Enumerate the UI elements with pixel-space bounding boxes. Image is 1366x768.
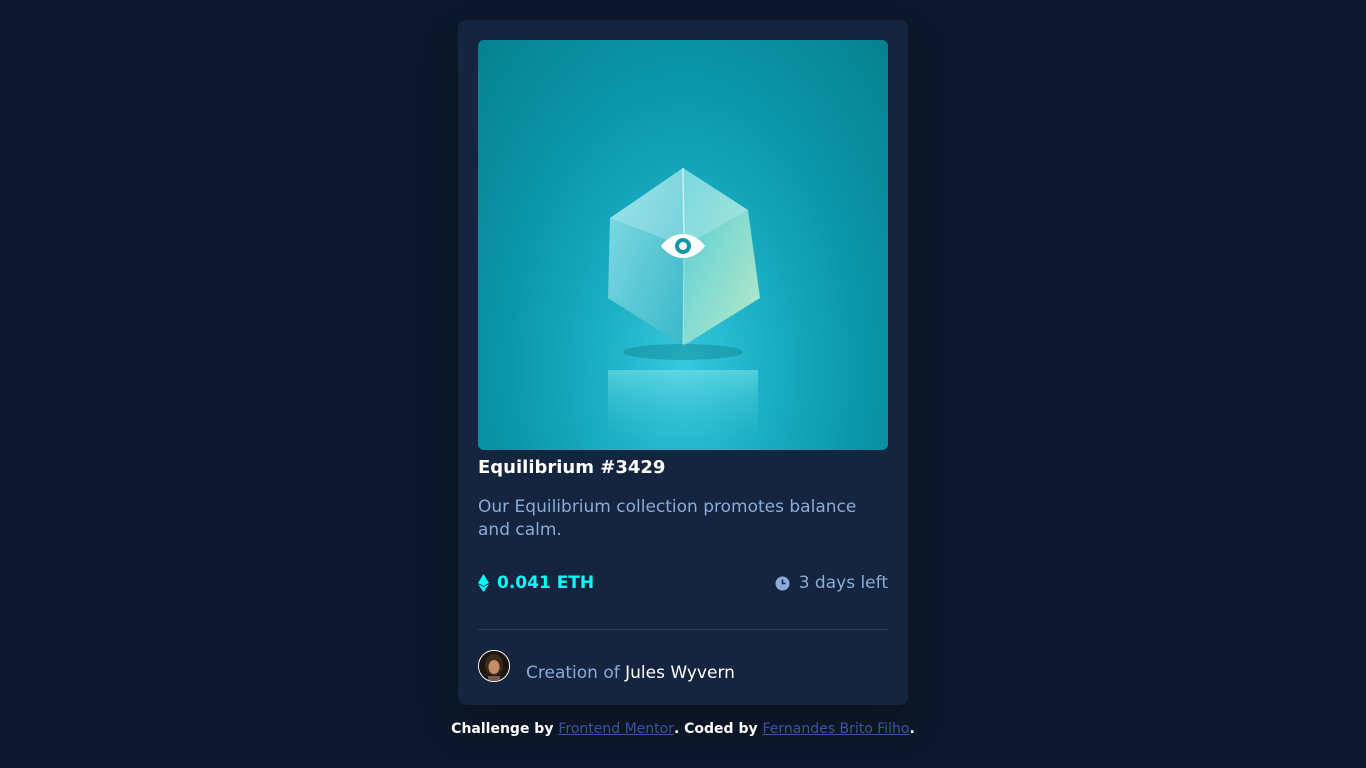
avatar-portrait-image (479, 651, 509, 681)
creator-name-link[interactable]: Jules Wyvern (625, 663, 735, 683)
time-left-value: 3 days left (798, 573, 888, 593)
avatar (478, 650, 510, 682)
nft-meta-row: 0.041 ETH 3 days left (478, 573, 888, 599)
attribution-suffix: . (909, 721, 915, 737)
creator-text: Creation of Jules Wyvern (526, 663, 735, 683)
ethereum-icon (478, 574, 489, 592)
nft-description: Our Equilibrium collection promotes bala… (478, 497, 857, 540)
attribution-middle: . Coded by (673, 721, 763, 737)
attribution-prefix: Challenge by (451, 721, 559, 737)
time-block: 3 days left (775, 573, 888, 593)
nft-preview-image[interactable] (478, 40, 888, 450)
creator-row: Creation of Jules Wyvern (478, 650, 735, 684)
price-value: 0.041 ETH (497, 573, 595, 593)
author-link[interactable]: Fernandes Brito Filho (762, 721, 909, 737)
card-divider (478, 629, 888, 630)
frontend-mentor-link[interactable]: Frontend Mentor (558, 721, 674, 737)
nft-title[interactable]: Equilibrium #3429 (478, 456, 665, 480)
clock-icon (775, 576, 790, 590)
creator-prefix: Creation of (526, 663, 626, 683)
nft-card: Equilibrium #3429 Our Equilibrium collec… (458, 20, 908, 705)
attribution: Challenge by Frontend Mentor. Coded by F… (0, 721, 1366, 737)
price-block: 0.041 ETH (478, 573, 594, 593)
eye-icon (661, 234, 705, 258)
